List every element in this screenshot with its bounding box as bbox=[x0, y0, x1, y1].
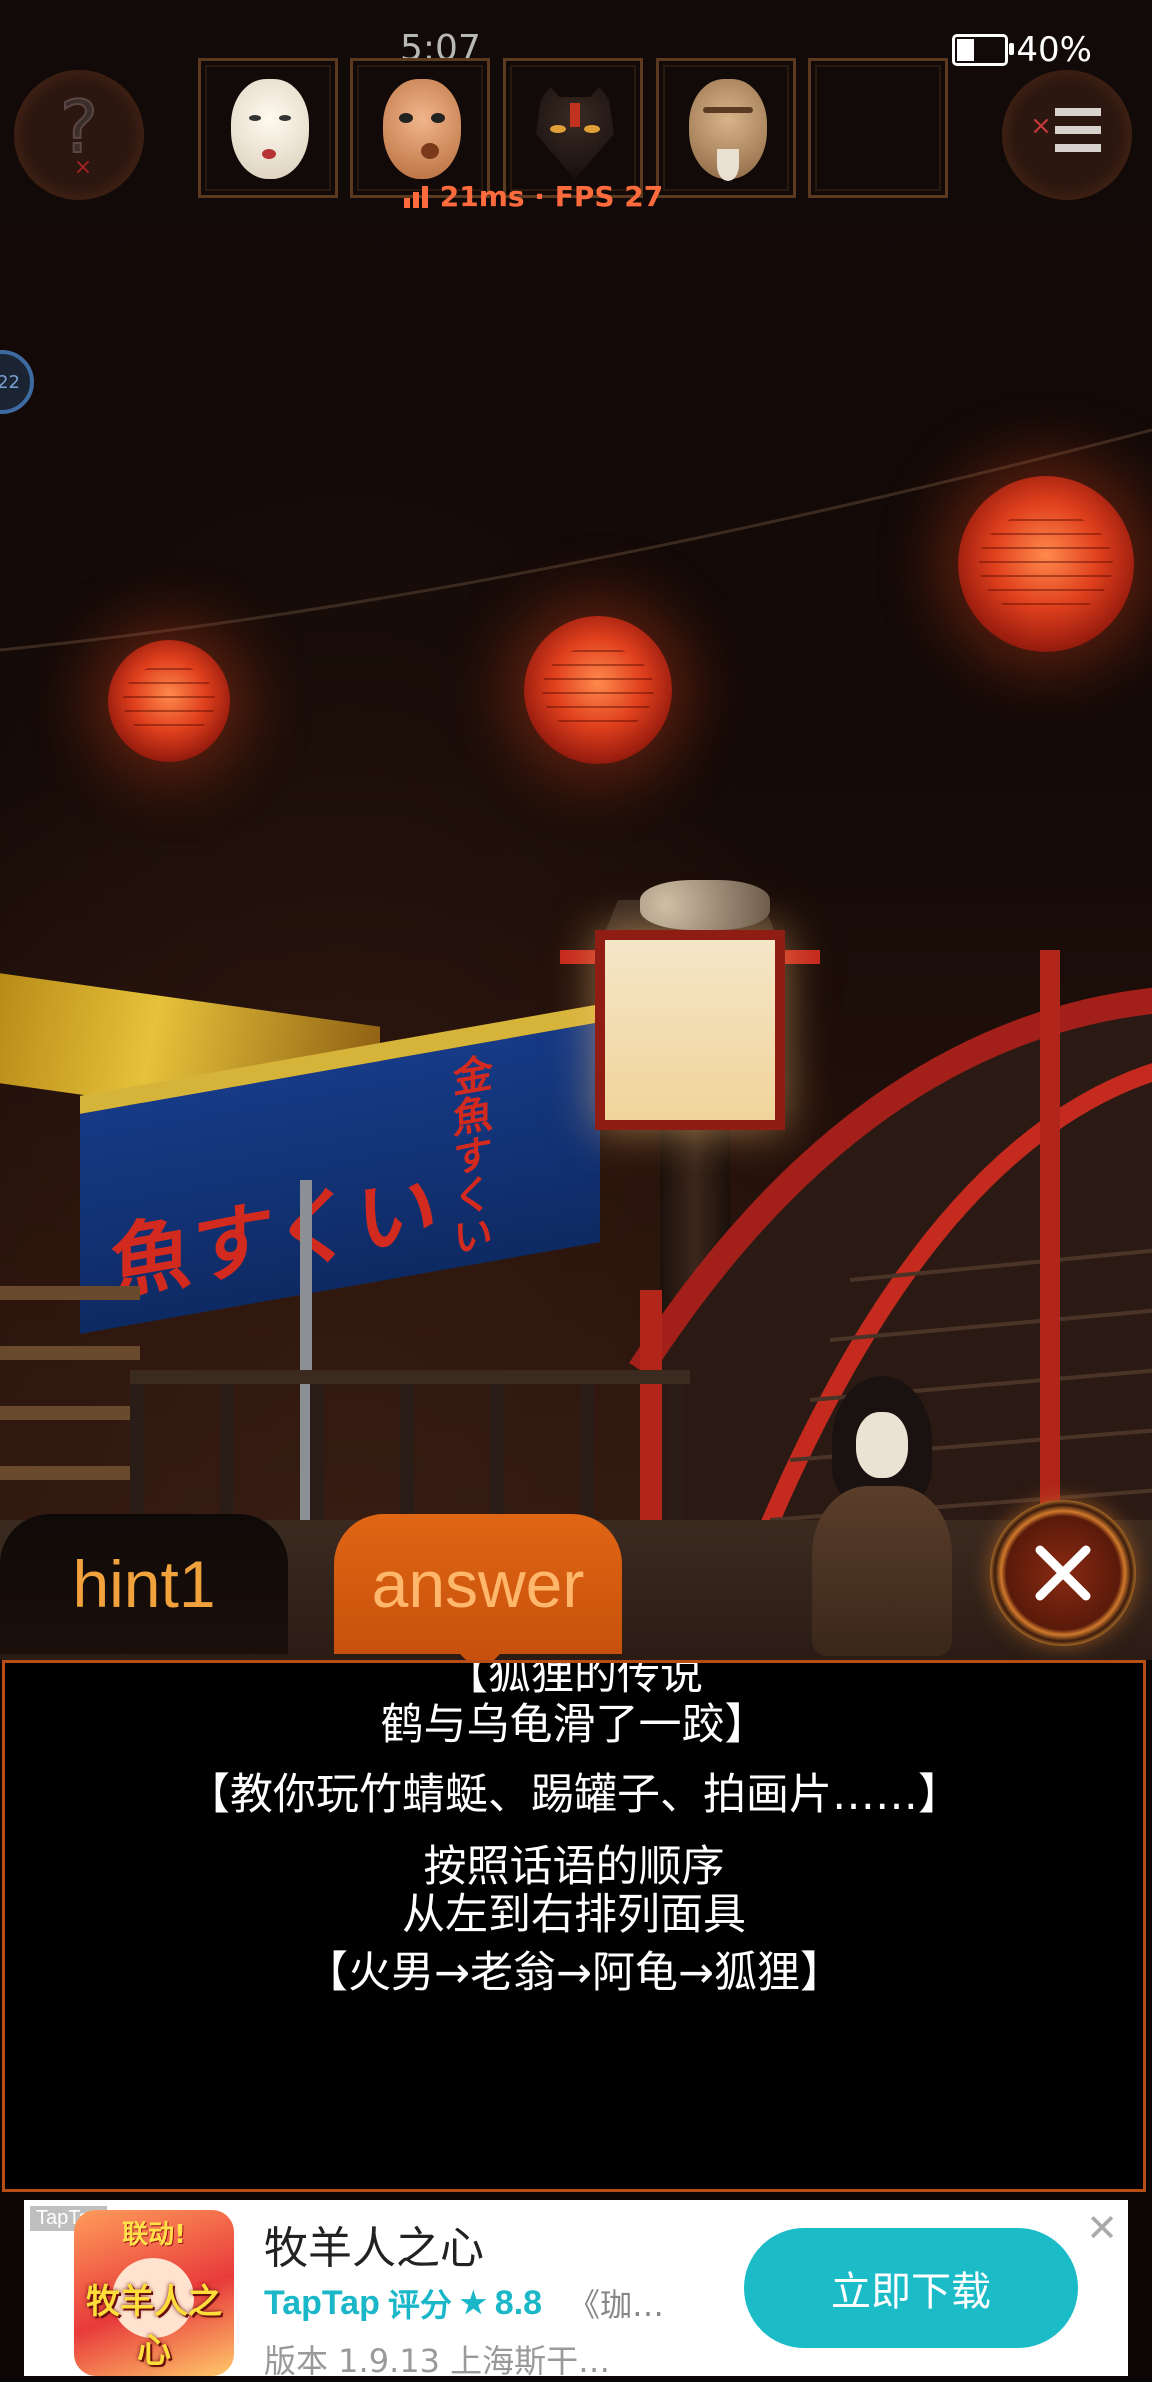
answer-line-2: 鹤与乌龟滑了一跤】 bbox=[380, 1700, 768, 1750]
inventory-slot-1[interactable] bbox=[198, 58, 338, 198]
banner-text-left: 魚すくい bbox=[110, 1159, 439, 1314]
answer-line-4: 按照话语的顺序 bbox=[423, 1842, 725, 1892]
ad-version: 版本 1.9.13 上海斯干… bbox=[264, 2342, 611, 2380]
ad-icon-badge: 联动! bbox=[122, 2220, 186, 2250]
answer-line-1: 【狐狸的传说 bbox=[445, 1660, 703, 1700]
character-kimono bbox=[812, 1486, 952, 1656]
svg-text:×: × bbox=[1030, 111, 1052, 141]
ad-banner[interactable]: TapTap 联动! 牧羊人之心 牧羊人之心 TapTap 评分 ★ 8.8 《… bbox=[24, 2200, 1128, 2380]
inventory-slot-3[interactable] bbox=[503, 58, 643, 198]
answer-line-5: 从左到右排列面具 bbox=[402, 1890, 746, 1940]
mask-mouth bbox=[262, 149, 276, 159]
hyottoko-mask-icon bbox=[383, 79, 461, 179]
mask-eye-right bbox=[584, 125, 600, 133]
okame-white-mask-icon bbox=[231, 79, 309, 179]
close-icon bbox=[1035, 1545, 1091, 1601]
mask-beard bbox=[717, 149, 739, 181]
ad-rating-label: 评分 bbox=[387, 2286, 452, 2324]
status-battery: 40% bbox=[952, 30, 1092, 70]
ad-rating: TapTap 评分 ★ 8.8 《珈… bbox=[264, 2280, 664, 2326]
svg-text:×: × bbox=[74, 155, 92, 180]
perf-overlay: 21ms · FPS 27 bbox=[404, 180, 663, 213]
tab-answer[interactable]: answer bbox=[334, 1514, 622, 1654]
close-button[interactable] bbox=[990, 1500, 1136, 1646]
tab-hint1[interactable]: hint1 bbox=[0, 1514, 288, 1654]
ad-description: 《珈… bbox=[568, 2286, 665, 2324]
inventory-slot-5[interactable] bbox=[808, 58, 948, 198]
mask-eye-left bbox=[249, 115, 261, 121]
battery-percent: 40% bbox=[1016, 30, 1092, 70]
perf-text: 21ms · FPS 27 bbox=[439, 180, 664, 213]
tab-answer-label: answer bbox=[371, 1547, 585, 1621]
answer-panel: 【狐狸的传说 鹤与乌龟滑了一跤】 【教你玩竹蜻蜓、踢罐子、拍画片……】 按照话语… bbox=[2, 1660, 1146, 2192]
mask-marking bbox=[570, 103, 580, 127]
signal-icon bbox=[404, 186, 428, 208]
battery-icon bbox=[952, 34, 1015, 66]
answer-line-6: 【火男→老翁→阿龟→狐狸】 bbox=[304, 1948, 844, 1998]
mask-eye-left bbox=[399, 113, 413, 123]
mask-eye-left bbox=[550, 125, 566, 133]
tab-hint1-label: hint1 bbox=[72, 1547, 216, 1621]
ad-icon-text: 牧羊人之心 bbox=[86, 2282, 222, 2371]
masked-girl-character[interactable] bbox=[812, 1376, 952, 1656]
lantern-left bbox=[108, 640, 230, 762]
loudspeaker bbox=[640, 880, 770, 930]
ad-title[interactable]: 牧羊人之心 bbox=[264, 2212, 484, 2276]
download-button[interactable]: 立即下载 bbox=[744, 2228, 1078, 2348]
lantern-center bbox=[524, 616, 672, 764]
banner-text-right: 金魚すくい bbox=[446, 1051, 493, 1260]
star-icon: ★ bbox=[459, 2286, 487, 2320]
ad-app-icon[interactable]: 联动! 牧羊人之心 bbox=[74, 2210, 234, 2376]
answer-line-3: 【教你玩竹蜻蜓、踢罐子、拍画片……】 bbox=[187, 1770, 961, 1820]
lantern-right bbox=[958, 476, 1134, 652]
ad-rating-brand: TapTap bbox=[264, 2283, 380, 2322]
mask-brow bbox=[703, 107, 753, 113]
mask-eye-right bbox=[279, 115, 291, 121]
mask-eye-right bbox=[431, 113, 445, 123]
question-mark-icon: ? × bbox=[59, 90, 99, 180]
stall-shelf bbox=[0, 1240, 140, 1540]
fox-mask-icon bbox=[536, 79, 614, 179]
battery-fill bbox=[957, 39, 975, 61]
menu-button[interactable]: × bbox=[1002, 70, 1132, 200]
inventory-slot-4[interactable] bbox=[656, 58, 796, 198]
ad-rating-value: 8.8 bbox=[494, 2283, 543, 2322]
character-mask bbox=[856, 1412, 908, 1478]
menu-list-icon: × bbox=[1030, 108, 1101, 152]
game-scene: 魚すくい 金魚すくい bbox=[0, 0, 1152, 1660]
side-badge-text: 22 bbox=[0, 371, 20, 393]
ad-close-icon[interactable]: ✕ bbox=[1086, 2206, 1118, 2251]
old-man-mask-icon bbox=[689, 79, 767, 181]
mask-mouth bbox=[421, 143, 439, 159]
hint-button[interactable]: ? × bbox=[14, 70, 144, 200]
inventory-slot-2[interactable] bbox=[350, 58, 490, 198]
